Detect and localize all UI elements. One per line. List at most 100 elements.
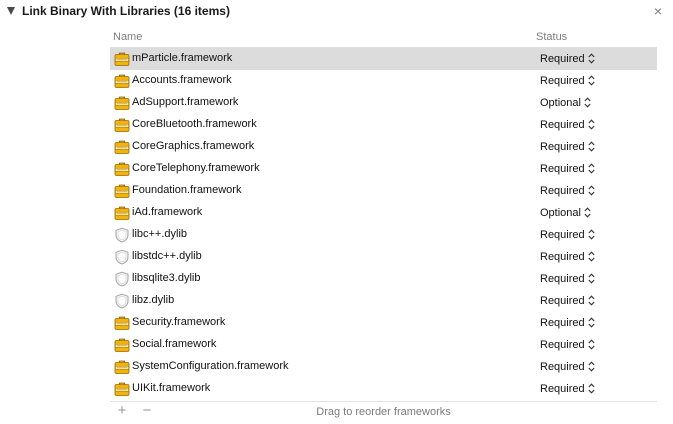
library-name: mParticle.framework [132, 52, 233, 64]
table-row[interactable]: Security.framework Required [110, 312, 657, 334]
table-row[interactable]: UIKit.framework Required [110, 378, 657, 400]
updown-chevron-icon [588, 229, 595, 243]
status-popup[interactable]: Required [540, 337, 595, 353]
status-value: Required [540, 317, 585, 329]
status-value: Optional [540, 207, 581, 219]
column-header-name[interactable]: Name [113, 31, 142, 43]
status-popup[interactable]: Required [540, 381, 595, 397]
section-title: Link Binary With Libraries (16 items) [22, 4, 230, 18]
library-name: CoreTelephony.framework [132, 162, 260, 174]
table-row[interactable]: CoreBluetooth.framework Required [110, 114, 657, 136]
table-row[interactable]: SystemConfiguration.framework Required [110, 356, 657, 378]
status-value: Required [540, 339, 585, 351]
updown-chevron-icon [588, 295, 595, 309]
updown-chevron-icon [588, 53, 595, 67]
framework-toolbox-icon [114, 359, 130, 375]
framework-toolbox-icon [114, 73, 130, 89]
dylib-shield-icon [114, 271, 130, 287]
status-value: Required [540, 163, 585, 175]
table-row[interactable]: Accounts.framework Required [110, 70, 657, 92]
updown-chevron-icon [588, 141, 595, 155]
table-row[interactable]: mParticle.framework Required [110, 48, 657, 70]
framework-toolbox-icon [114, 117, 130, 133]
column-header-status[interactable]: Status [536, 31, 567, 43]
table-row[interactable]: libz.dylib Required [110, 290, 657, 312]
updown-chevron-icon [584, 207, 591, 221]
status-popup[interactable]: Required [540, 51, 595, 67]
status-value: Required [540, 185, 585, 197]
status-value: Optional [540, 97, 581, 109]
close-icon[interactable]: × [651, 3, 665, 19]
library-name: Foundation.framework [132, 184, 242, 196]
updown-chevron-icon [588, 273, 595, 287]
status-value: Required [540, 295, 585, 307]
status-popup[interactable]: Required [540, 73, 595, 89]
updown-chevron-icon [588, 163, 595, 177]
table-row[interactable]: AdSupport.framework Optional [110, 92, 657, 114]
status-value: Required [540, 119, 585, 131]
library-name: Social.framework [132, 338, 217, 350]
library-name: AdSupport.framework [132, 96, 239, 108]
status-value: Required [540, 273, 585, 285]
updown-chevron-icon [588, 339, 595, 353]
table-row[interactable]: libsqlite3.dylib Required [110, 268, 657, 290]
framework-toolbox-icon [114, 95, 130, 111]
updown-chevron-icon [588, 119, 595, 133]
table-row[interactable]: CoreGraphics.framework Required [110, 136, 657, 158]
drag-hint-label: Drag to reorder frameworks [316, 406, 451, 418]
table-row[interactable]: libc++.dylib Required [110, 224, 657, 246]
status-value: Required [540, 75, 585, 87]
framework-toolbox-icon [114, 161, 130, 177]
status-popup[interactable]: Optional [540, 95, 591, 111]
status-popup[interactable]: Required [540, 315, 595, 331]
status-popup[interactable]: Required [540, 227, 595, 243]
framework-toolbox-icon [114, 337, 130, 353]
status-popup[interactable]: Required [540, 117, 595, 133]
status-value: Required [540, 229, 585, 241]
table-row[interactable]: Social.framework Required [110, 334, 657, 356]
library-name: libz.dylib [132, 294, 175, 306]
section-header: Link Binary With Libraries (16 items) × [0, 0, 673, 24]
libraries-table: Name Status mParticle.framework Required A… [110, 30, 657, 400]
table-row[interactable]: libstdc++.dylib Required [110, 246, 657, 268]
status-popup[interactable]: Required [540, 293, 595, 309]
status-popup[interactable]: Required [540, 249, 595, 265]
status-value: Required [540, 361, 585, 373]
status-popup[interactable]: Required [540, 359, 595, 375]
library-name: CoreGraphics.framework [132, 140, 255, 152]
updown-chevron-icon [588, 185, 595, 199]
table-row[interactable]: Foundation.framework Required [110, 180, 657, 202]
updown-chevron-icon [588, 383, 595, 397]
library-name: Security.framework [132, 316, 226, 328]
disclosure-triangle-icon[interactable] [7, 7, 15, 15]
framework-toolbox-icon [114, 205, 130, 221]
status-popup[interactable]: Required [540, 161, 595, 177]
dylib-shield-icon [114, 227, 130, 243]
table-body: mParticle.framework Required Accounts.fram… [110, 48, 657, 400]
updown-chevron-icon [588, 361, 595, 375]
link-binary-panel: Link Binary With Libraries (16 items) × … [0, 0, 673, 424]
table-footer: + − Drag to reorder frameworks [110, 401, 657, 424]
status-popup[interactable]: Optional [540, 205, 591, 221]
table-row[interactable]: CoreTelephony.framework Required [110, 158, 657, 180]
framework-toolbox-icon [114, 315, 130, 331]
status-popup[interactable]: Required [540, 271, 595, 287]
library-name: libc++.dylib [132, 228, 188, 240]
library-name: libsqlite3.dylib [132, 272, 201, 284]
status-popup[interactable]: Required [540, 183, 595, 199]
table-row[interactable]: iAd.framework Optional [110, 202, 657, 224]
status-value: Required [540, 53, 585, 65]
updown-chevron-icon [588, 75, 595, 89]
updown-chevron-icon [588, 317, 595, 331]
library-name: UIKit.framework [132, 382, 211, 394]
table-header: Name Status [110, 30, 657, 48]
framework-toolbox-icon [114, 139, 130, 155]
status-popup[interactable]: Required [540, 139, 595, 155]
updown-chevron-icon [584, 97, 591, 111]
dylib-shield-icon [114, 249, 130, 265]
updown-chevron-icon [588, 251, 595, 265]
status-value: Required [540, 251, 585, 263]
framework-toolbox-icon [114, 183, 130, 199]
status-value: Required [540, 141, 585, 153]
library-name: iAd.framework [132, 206, 203, 218]
